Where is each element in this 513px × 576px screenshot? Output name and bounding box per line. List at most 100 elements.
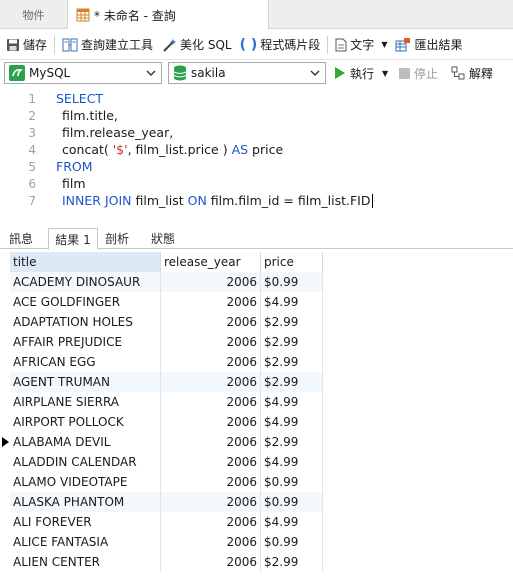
cell-price[interactable]: $2.99 — [261, 432, 323, 452]
tab-query-label: * 未命名 - 查詢 — [94, 8, 176, 23]
table-row[interactable]: AFRICAN EGG 2006 $2.99 — [10, 352, 323, 372]
cell-price[interactable]: $0.99 — [261, 272, 323, 292]
cell-title[interactable]: ALAMO VIDEOTAPE — [10, 472, 161, 492]
table-row[interactable]: ALI FOREVER 2006 $4.99 — [10, 512, 323, 532]
cell-title[interactable]: AFRICAN EGG — [10, 352, 161, 372]
explain-label: 解釋 — [469, 66, 494, 81]
cell-release-year[interactable]: 2006 — [161, 532, 261, 552]
text-mode-label: 文字 — [350, 38, 375, 52]
tab-status-label: 狀態 — [150, 232, 175, 246]
cell-price[interactable]: $4.99 — [261, 452, 323, 472]
table-row[interactable]: ALICE FANTASIA 2006 $0.99 — [10, 532, 323, 552]
table-row[interactable]: AFFAIR PREJUDICE 2006 $2.99 — [10, 332, 323, 352]
explain-button[interactable]: 解釋 — [451, 62, 493, 84]
export-results-button[interactable]: 匯出結果 — [391, 33, 466, 57]
cell-price[interactable]: $0.99 — [261, 492, 323, 512]
table-row[interactable]: AIRPORT POLLOCK 2006 $4.99 — [10, 412, 323, 432]
cell-release-year[interactable]: 2006 — [161, 372, 261, 392]
cell-price[interactable]: $0.99 — [261, 532, 323, 552]
cell-title[interactable]: ACE GOLDFINGER — [10, 292, 161, 312]
cell-release-year[interactable]: 2006 — [161, 292, 261, 312]
beautify-sql-label: 美化 SQL — [180, 38, 232, 52]
result-tabs: 訊息 結果 1 剖析 狀態 — [0, 227, 513, 250]
stop-button[interactable]: 停止 — [399, 62, 438, 84]
cell-price[interactable]: $2.99 — [261, 312, 323, 332]
cell-price[interactable]: $4.99 — [261, 392, 323, 412]
cell-title[interactable]: ACADEMY DINOSAUR — [10, 272, 161, 292]
tab-status[interactable]: 狀態 — [145, 228, 181, 249]
table-row[interactable]: AGENT TRUMAN 2006 $2.99 — [10, 372, 323, 392]
code-snippet-icon: ( ) — [239, 36, 258, 53]
table-row[interactable]: ALABAMA DEVIL 2006 $2.99 — [10, 432, 323, 452]
cell-release-year[interactable]: 2006 — [161, 512, 261, 532]
results-grid[interactable]: title release_year price ACADEMY DINOSAU… — [0, 252, 513, 576]
tab-profile-label: 剖析 — [104, 232, 129, 246]
cell-price[interactable]: $4.99 — [261, 292, 323, 312]
line-number: 7 — [28, 193, 36, 208]
cell-release-year[interactable]: 2006 — [161, 412, 261, 432]
beautify-sql-button[interactable]: 美化 SQL — [157, 33, 236, 57]
cell-release-year[interactable]: 2006 — [161, 352, 261, 372]
cell-release-year[interactable]: 2006 — [161, 552, 261, 572]
cell-price[interactable]: $4.99 — [261, 512, 323, 532]
tab-messages[interactable]: 訊息 — [3, 228, 39, 249]
table-row[interactable]: AIRPLANE SIERRA 2006 $4.99 — [10, 392, 323, 412]
cell-price[interactable]: $0.99 — [261, 472, 323, 492]
column-header-price[interactable]: price — [261, 252, 323, 272]
cell-release-year[interactable]: 2006 — [161, 492, 261, 512]
cell-title[interactable]: AIRPORT POLLOCK — [10, 412, 161, 432]
tab-result-1[interactable]: 結果 1 — [48, 228, 98, 250]
cell-release-year[interactable]: 2006 — [161, 332, 261, 352]
cell-release-year[interactable]: 2006 — [161, 272, 261, 292]
column-header-release-year[interactable]: release_year — [161, 252, 261, 272]
cell-release-year[interactable]: 2006 — [161, 312, 261, 332]
keyword-on: ON — [187, 192, 207, 208]
cell-release-year[interactable]: 2006 — [161, 452, 261, 472]
table-row[interactable]: ALADDIN CALENDAR 2006 $4.99 — [10, 452, 323, 472]
connection-toolbar: MySQL sakila 執行 ▼ 停止 解釋 — [0, 60, 513, 86]
cell-title[interactable]: ALICE FANTASIA — [10, 532, 161, 552]
tab-profile[interactable]: 剖析 — [99, 228, 135, 249]
cell-title[interactable]: ALIEN CENTER — [10, 552, 161, 572]
sql-editor[interactable]: 1 SELECT 2 film.title, 3 film.release_ye… — [0, 88, 513, 220]
table-row[interactable]: ALAMO VIDEOTAPE 2006 $0.99 — [10, 472, 323, 492]
magic-wand-icon — [161, 38, 177, 52]
connection-select[interactable]: MySQL — [4, 62, 162, 84]
cell-title[interactable]: AIRPLANE SIERRA — [10, 392, 161, 412]
cell-price[interactable]: $2.99 — [261, 552, 323, 572]
cell-title[interactable]: ALASKA PHANTOM — [10, 492, 161, 512]
table-row[interactable]: ACADEMY DINOSAUR 2006 $0.99 — [10, 272, 323, 292]
table-row[interactable]: ALASKA PHANTOM 2006 $0.99 — [10, 492, 323, 512]
cell-release-year[interactable]: 2006 — [161, 472, 261, 492]
run-button[interactable]: 執行 ▼ — [334, 62, 388, 84]
cell-release-year[interactable]: 2006 — [161, 392, 261, 412]
database-select[interactable]: sakila — [168, 62, 326, 84]
connection-value: MySQL — [29, 66, 71, 80]
text-mode-button[interactable]: 文字 ▼ — [331, 33, 391, 57]
table-row[interactable]: ADAPTATION HOLES 2006 $2.99 — [10, 312, 323, 332]
text-cursor — [371, 194, 373, 209]
cell-title[interactable]: ADAPTATION HOLES — [10, 312, 161, 332]
table-row[interactable]: ACE GOLDFINGER 2006 $4.99 — [10, 292, 323, 312]
document-tab-strip: 物件 * 未命名 - 查詢 — [0, 0, 513, 30]
column-header-title[interactable]: title — [10, 252, 161, 272]
editor-line: 6 film — [0, 175, 513, 192]
tab-query[interactable]: * 未命名 - 查詢 — [68, 0, 269, 30]
cell-release-year[interactable]: 2006 — [161, 432, 261, 452]
cell-price[interactable]: $4.99 — [261, 412, 323, 432]
cell-price[interactable]: $2.99 — [261, 332, 323, 352]
cell-title[interactable]: ALABAMA DEVIL — [10, 432, 161, 452]
cell-price[interactable]: $2.99 — [261, 372, 323, 392]
tab-objects[interactable]: 物件 — [0, 0, 68, 29]
save-button[interactable]: 儲存 — [2, 33, 51, 57]
mysql-connection-icon — [9, 65, 25, 81]
cell-title[interactable]: AFFAIR PREJUDICE — [10, 332, 161, 352]
query-builder-button[interactable]: 查詢建立工具 — [58, 33, 157, 57]
cell-title[interactable]: ALADDIN CALENDAR — [10, 452, 161, 472]
table-row[interactable]: ALIEN CENTER 2006 $2.99 — [10, 552, 323, 572]
cell-price[interactable]: $2.99 — [261, 352, 323, 372]
database-value: sakila — [191, 66, 226, 80]
code-snippet-button[interactable]: ( ) 程式碼片段 — [236, 33, 325, 57]
cell-title[interactable]: ALI FOREVER — [10, 512, 161, 532]
cell-title[interactable]: AGENT TRUMAN — [10, 372, 161, 392]
